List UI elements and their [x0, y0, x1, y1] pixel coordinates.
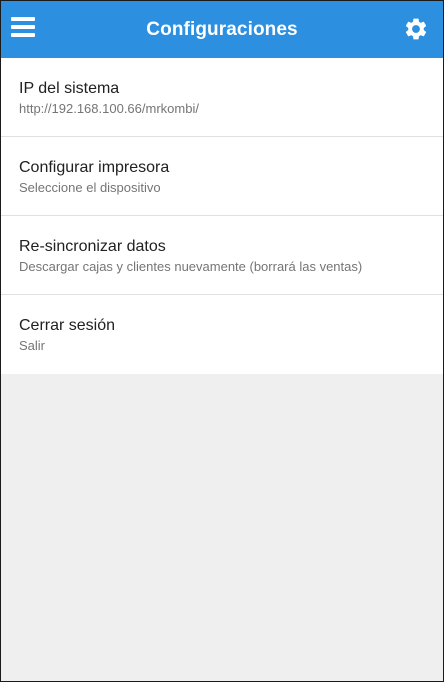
setting-title: Cerrar sesión	[19, 317, 116, 334]
setting-item-resync-data[interactable]: Re-sincronizar datos Descargar cajas y c…	[1, 216, 443, 295]
gear-icon[interactable]	[403, 16, 429, 42]
screen: Configuraciones IP del sistema http://19…	[0, 0, 444, 682]
settings-list: IP del sistema http://192.168.100.66/mrk…	[1, 58, 443, 374]
setting-title: Re-sincronizar datos	[19, 238, 166, 255]
app-bar: Configuraciones	[1, 1, 443, 58]
setting-item-configure-printer[interactable]: Configurar impresora Seleccione el dispo…	[1, 137, 443, 216]
setting-title: IP del sistema	[19, 80, 120, 97]
setting-subtitle: Salir	[19, 338, 46, 353]
page-title: Configuraciones	[146, 18, 298, 40]
setting-subtitle: http://192.168.100.66/mrkombi/	[19, 101, 199, 116]
setting-subtitle: Descargar cajas y clientes nuevamente (b…	[19, 259, 363, 274]
setting-subtitle: Seleccione el dispositivo	[19, 180, 161, 195]
setting-item-system-ip[interactable]: IP del sistema http://192.168.100.66/mrk…	[1, 58, 443, 137]
setting-title: Configurar impresora	[19, 159, 170, 176]
setting-item-logout[interactable]: Cerrar sesión Salir	[1, 295, 443, 374]
hamburger-menu-icon[interactable]	[11, 17, 35, 39]
